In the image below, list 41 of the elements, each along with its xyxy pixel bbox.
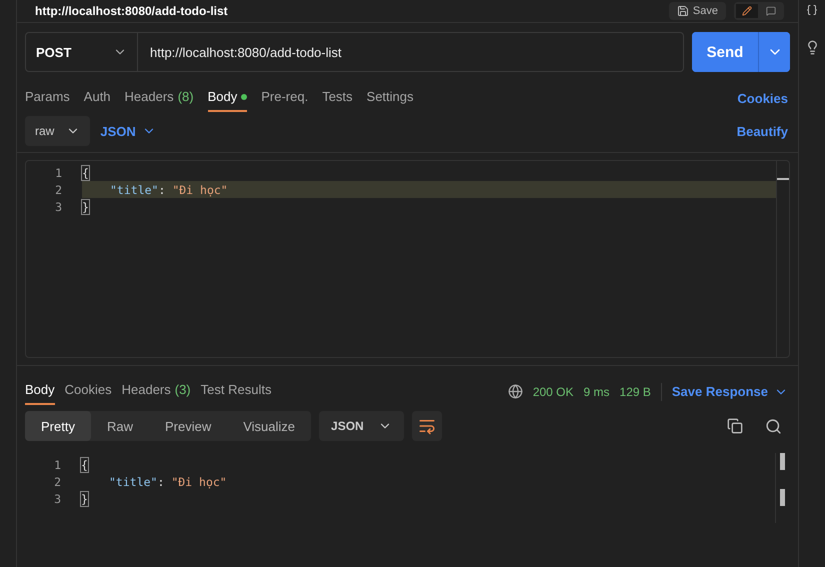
save-response-dropdown[interactable]: Save Response	[672, 384, 788, 399]
code-line: }	[81, 490, 89, 507]
request-tab[interactable]: Auth	[84, 85, 111, 112]
view-tab[interactable]: Raw	[90, 411, 149, 441]
pencil-icon[interactable]	[736, 4, 758, 18]
code-line: {	[81, 456, 89, 473]
scroll-thumb[interactable]	[780, 489, 785, 506]
scroll-thumb[interactable]	[780, 453, 785, 470]
request-tab[interactable]: Headers (8)	[124, 85, 194, 112]
request-title: http://localhost:8080/add-todo-list	[35, 4, 228, 18]
code-line: }	[82, 198, 90, 215]
response-tab[interactable]: Test Results	[200, 378, 272, 405]
code-icon[interactable]	[806, 4, 818, 16]
format-dropdown[interactable]: JSON	[319, 411, 404, 441]
response-tab[interactable]: Headers (3)	[122, 378, 191, 405]
response-tab[interactable]: Cookies	[64, 378, 112, 405]
request-tab[interactable]: Settings	[366, 85, 414, 112]
response-size: 129 B	[620, 384, 651, 398]
view-tab[interactable]: Pretty	[25, 411, 91, 441]
save-button[interactable]: Save	[668, 2, 726, 20]
view-tab[interactable]: Preview	[148, 411, 228, 441]
cookies-link[interactable]: Cookies	[737, 91, 788, 106]
view-tab[interactable]: Visualize	[227, 411, 312, 441]
url-field[interactable]: http://localhost:8080/add-todo-list	[138, 32, 684, 72]
request-tab[interactable]: Tests	[322, 85, 353, 112]
response-tab[interactable]: Body	[25, 378, 55, 405]
request-tab[interactable]: Body	[208, 85, 248, 112]
code-line: "title": "Đi học"	[108, 474, 228, 490]
body-mode-dropdown[interactable]: raw	[25, 116, 90, 146]
request-tab[interactable]: Params	[25, 85, 70, 112]
wrap-lines-icon[interactable]	[412, 411, 442, 441]
request-tab[interactable]: Pre-req.	[261, 85, 308, 112]
beautify-link[interactable]: Beautify	[736, 124, 788, 138]
request-body-editor[interactable]: 1 { 2 "title": "Đi học" 3 }	[25, 160, 790, 358]
status-code: 200 OK	[532, 384, 574, 398]
language-dropdown[interactable]: JSON	[100, 124, 156, 138]
code-line: {	[82, 164, 90, 181]
globe-icon[interactable]	[508, 384, 523, 399]
response-time: 9 ms	[584, 384, 610, 398]
scroll-marker	[777, 178, 789, 180]
method-dropdown[interactable]: POST	[25, 32, 138, 72]
